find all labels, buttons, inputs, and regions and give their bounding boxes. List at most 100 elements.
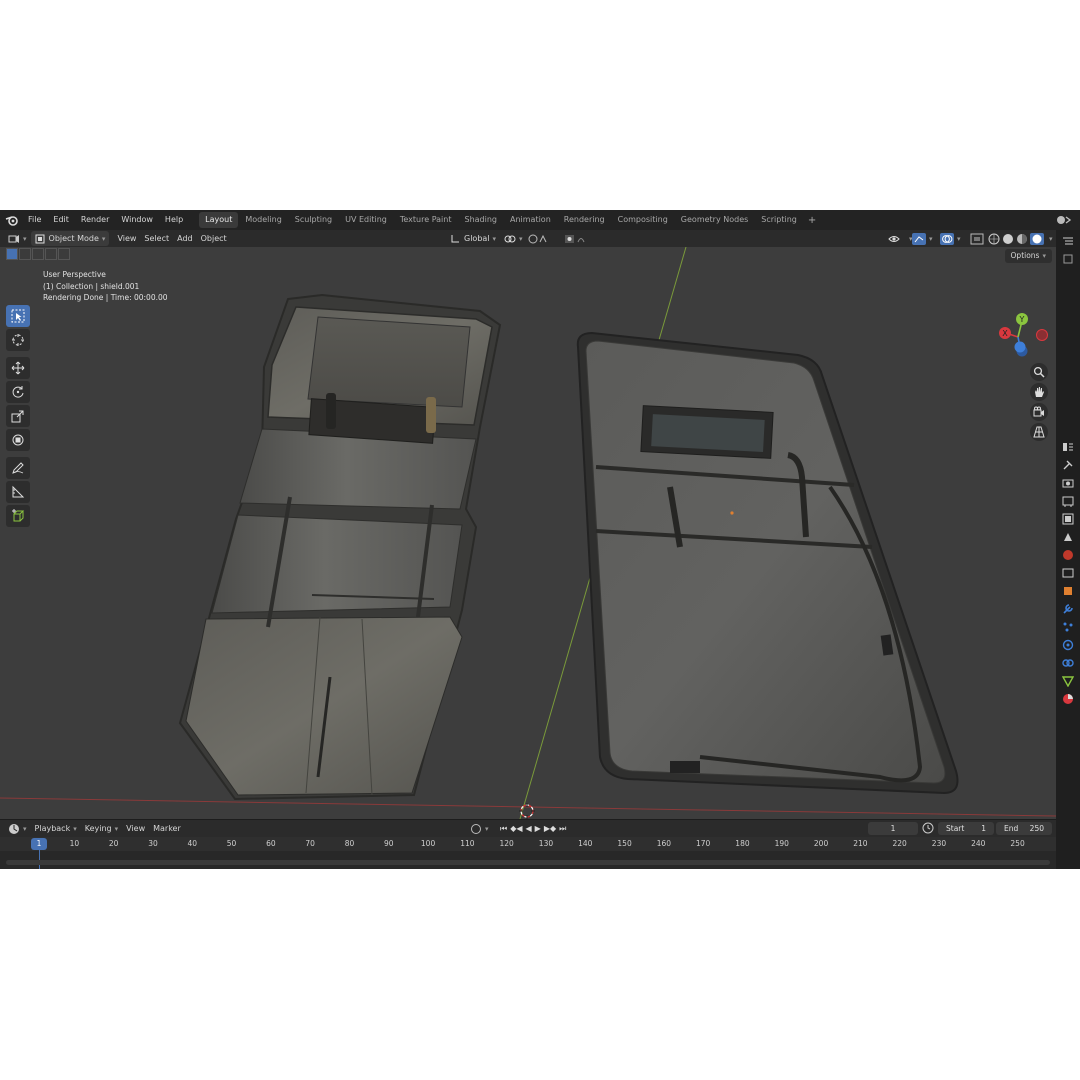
gizmo-x-handle[interactable]: X [999, 327, 1011, 339]
annotate-tool[interactable] [6, 457, 30, 479]
gizmo-neg-z-handle[interactable] [1014, 341, 1026, 353]
render-properties-icon[interactable] [1061, 476, 1075, 490]
keying-menu[interactable]: Keying ▾ [81, 821, 122, 836]
jump-end-icon[interactable]: ⏭ [559, 824, 566, 834]
transform-tool[interactable] [6, 429, 30, 451]
timeline-editor-type-icon[interactable]: ▾ [4, 821, 31, 836]
marker-menu[interactable]: Marker [149, 821, 185, 836]
pivot-point-icon[interactable]: ▾ [500, 231, 527, 246]
play-reverse-icon[interactable]: ◀ [526, 824, 532, 834]
rendered-shading-icon[interactable] [1030, 232, 1044, 245]
tab-scripting[interactable]: Scripting [755, 212, 803, 228]
zoom-icon[interactable] [1030, 363, 1048, 381]
options-dropdown[interactable]: Options ▾ [1004, 249, 1052, 263]
mode-selector[interactable]: Object Mode ▾ [30, 231, 110, 246]
tab-compositing[interactable]: Compositing [612, 212, 674, 228]
current-frame-indicator[interactable]: 1 [31, 838, 47, 850]
view-layer-properties-icon[interactable] [1061, 512, 1075, 526]
snap-icon[interactable] [524, 231, 552, 246]
select-subtract-icon[interactable] [32, 248, 44, 260]
data-properties-icon[interactable] [1061, 674, 1075, 688]
blender-logo-icon[interactable] [2, 210, 22, 230]
particles-properties-icon[interactable] [1061, 620, 1075, 634]
shield-right-mesh[interactable] [576, 331, 959, 819]
tab-modeling[interactable]: Modeling [239, 212, 287, 228]
playback-menu[interactable]: Playback ▾ [31, 821, 81, 836]
tab-animation[interactable]: Animation [504, 212, 557, 228]
shading-modes[interactable]: ▾ [984, 231, 1057, 246]
tab-shading[interactable]: Shading [458, 212, 503, 228]
proportional-edit-icon[interactable] [560, 231, 592, 246]
tab-rendering[interactable]: Rendering [558, 212, 611, 228]
output-properties-icon[interactable] [1061, 494, 1075, 508]
select-extend-icon[interactable] [19, 248, 31, 260]
add-cube-tool[interactable] [6, 505, 30, 527]
modifier-properties-icon[interactable] [1061, 602, 1075, 616]
pan-hand-icon[interactable] [1030, 383, 1048, 401]
overlays-icon[interactable]: ▾ [936, 231, 965, 246]
camera-view-icon[interactable] [1030, 403, 1048, 421]
start-frame-field[interactable]: Start 1 [938, 822, 994, 835]
tab-uv-editing[interactable]: UV Editing [339, 212, 393, 228]
gizmo-neg-x-handle[interactable] [1036, 329, 1048, 341]
menu-object[interactable]: Object [197, 231, 231, 246]
scene-selector-icon[interactable] [1054, 212, 1074, 228]
select-box-tool[interactable] [6, 305, 30, 327]
preview-range-icon[interactable] [922, 822, 934, 836]
object-properties-icon[interactable] [1061, 584, 1075, 598]
transform-orientation-dropdown[interactable]: Global ▾ [446, 231, 500, 246]
next-keyframe-icon[interactable]: ▶◆ [544, 824, 556, 834]
properties-editor-icon[interactable] [1061, 440, 1075, 454]
tab-layout[interactable]: Layout [199, 212, 239, 228]
menu-render[interactable]: Render [75, 210, 115, 230]
gizmo-y-handle[interactable]: Y [1016, 313, 1028, 325]
menu-select[interactable]: Select [140, 231, 173, 246]
tab-sculpting[interactable]: Sculpting [289, 212, 338, 228]
current-frame-field[interactable]: 1 [868, 822, 918, 835]
play-icon[interactable]: ▶ [535, 824, 541, 834]
wireframe-shading-icon[interactable] [988, 233, 1000, 245]
outliner-editor-icon[interactable] [1061, 234, 1075, 248]
menu-file[interactable]: File [22, 210, 47, 230]
constraints-properties-icon[interactable] [1061, 656, 1075, 670]
jump-start-icon[interactable]: ⏮ [500, 824, 507, 834]
timeline-view-menu[interactable]: View [122, 821, 149, 836]
rotate-tool[interactable] [6, 381, 30, 403]
menu-window[interactable]: Window [115, 210, 159, 230]
select-intersect-icon[interactable] [58, 248, 70, 260]
tab-texture-paint[interactable]: Texture Paint [394, 212, 458, 228]
physics-properties-icon[interactable] [1061, 638, 1075, 652]
menu-add[interactable]: Add [173, 231, 197, 246]
menu-view[interactable]: View [113, 231, 140, 246]
solid-shading-icon[interactable] [1002, 233, 1014, 245]
move-tool[interactable] [6, 357, 30, 379]
editor-type-icon[interactable]: ▾ [4, 231, 31, 246]
cursor-tool[interactable] [6, 329, 30, 351]
select-new-icon[interactable] [6, 248, 18, 260]
prev-keyframe-icon[interactable]: ◆◀ [510, 824, 522, 834]
menu-edit[interactable]: Edit [47, 210, 75, 230]
navigation-gizmo[interactable]: X Y [994, 307, 1048, 361]
frame-ruler[interactable]: 1 10 20 30 40 50 60 70 80 90 100 110 120 130 140 150 16… [0, 837, 1056, 851]
end-frame-field[interactable]: End 250 [996, 822, 1052, 835]
select-invert-icon[interactable] [45, 248, 57, 260]
3d-cursor[interactable] [519, 803, 535, 819]
timeline-body[interactable]: 1 10 20 30 40 50 60 70 80 90 100 110 120 130 140 150 16… [0, 837, 1056, 869]
3d-viewport[interactable]: User Perspective (1) Collection | shield… [0, 247, 1056, 819]
menu-help[interactable]: Help [159, 210, 189, 230]
outliner-filter-icon[interactable] [1061, 252, 1075, 266]
material-properties-icon[interactable] [1061, 692, 1075, 706]
tool-properties-icon[interactable] [1061, 458, 1075, 472]
scale-tool[interactable] [6, 405, 30, 427]
gizmo-toggle-icon[interactable]: ▾ [908, 231, 937, 246]
timeline-scrollbar[interactable] [6, 860, 1050, 865]
collection-properties-icon[interactable] [1061, 566, 1075, 580]
perspective-toggle-icon[interactable] [1030, 423, 1048, 441]
tab-geometry-nodes[interactable]: Geometry Nodes [675, 212, 754, 228]
scene-properties-icon[interactable] [1061, 530, 1075, 544]
add-workspace-icon[interactable]: + [804, 215, 820, 226]
world-properties-icon[interactable] [1061, 548, 1075, 562]
shield-left-mesh[interactable] [178, 293, 502, 801]
measure-tool[interactable] [6, 481, 30, 503]
auto-keying-toggle[interactable]: ▾ [466, 821, 493, 836]
